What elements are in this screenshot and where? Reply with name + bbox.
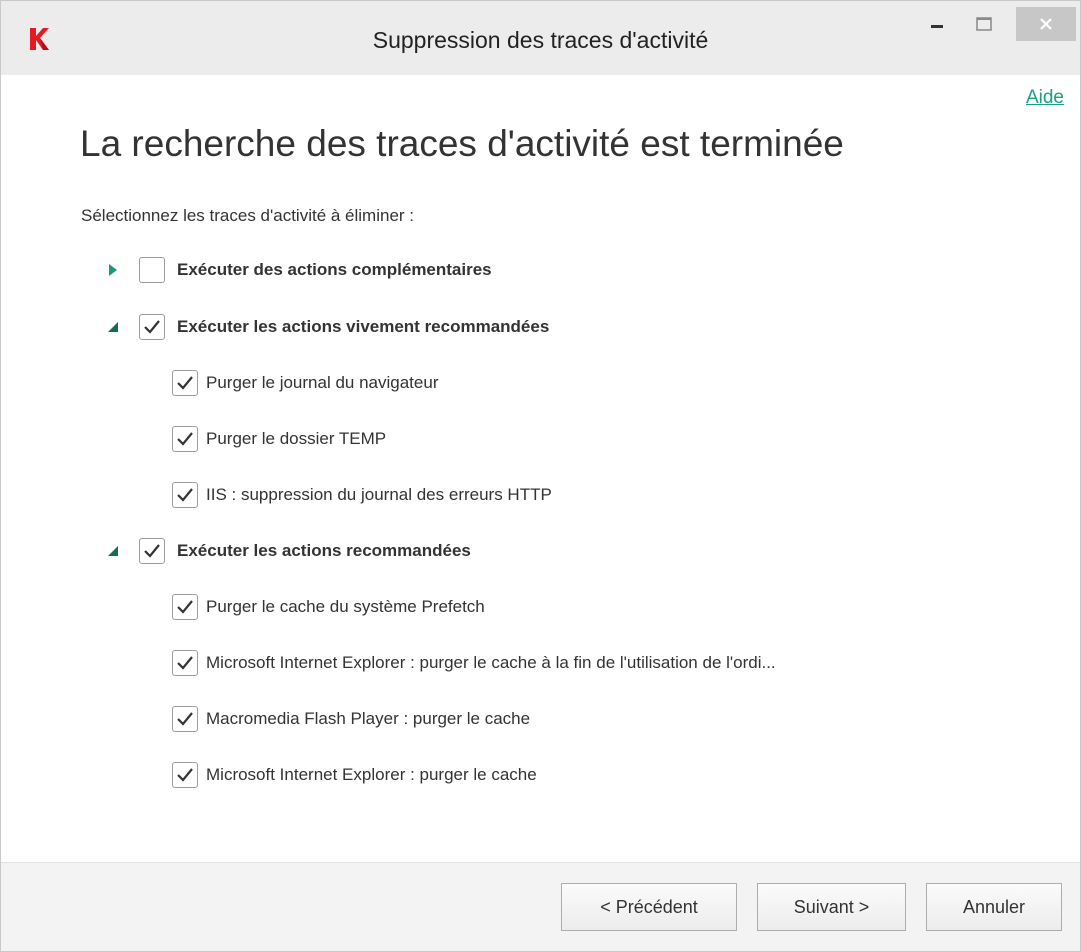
checkbox-iis-log[interactable]	[172, 482, 198, 508]
checkmark-icon	[177, 712, 193, 726]
tree-group-label: Exécuter les actions vivement recommandé…	[177, 317, 550, 336]
previous-button[interactable]: < Précédent	[561, 883, 737, 931]
checkbox-group-recommended[interactable]	[139, 538, 165, 564]
tree-group-strongly-recommended: Exécuter les actions vivement recommandé…	[107, 311, 549, 343]
tree-item-temp-folder: Purger le dossier TEMP	[172, 423, 386, 455]
tree-item-ie-cache-on-exit: Microsoft Internet Explorer : purger le …	[172, 647, 776, 679]
checkbox-temp-folder[interactable]	[172, 426, 198, 452]
tree-item-iis-log: IIS : suppression du journal des erreurs…	[172, 479, 552, 511]
checkbox-browser-history[interactable]	[172, 370, 198, 396]
chevron-right-icon	[109, 264, 117, 276]
tree-item-label: Microsoft Internet Explorer : purger le …	[206, 653, 776, 672]
tree-item-label: Purger le dossier TEMP	[206, 429, 387, 448]
collapse-arrow[interactable]	[107, 544, 119, 558]
close-icon	[1040, 18, 1052, 30]
chevron-down-icon	[108, 546, 118, 556]
chevron-down-icon	[108, 322, 118, 332]
checkmark-icon	[177, 768, 193, 782]
cleanup-wizard-window: Suppression des traces d'activité Aide L…	[0, 0, 1081, 952]
maximize-icon	[976, 17, 992, 31]
tree-group-label: Exécuter des actions complémentaires	[177, 260, 492, 279]
checkbox-group-additional[interactable]	[139, 257, 165, 283]
tree-item-label: Purger le journal du navigateur	[206, 373, 439, 392]
checkmark-icon	[177, 376, 193, 390]
tree-group-label: Exécuter les actions recommandées	[177, 541, 471, 560]
checkmark-icon	[177, 432, 193, 446]
checkmark-icon	[177, 600, 193, 614]
help-link[interactable]: Aide	[1026, 87, 1064, 109]
close-button[interactable]	[1016, 7, 1076, 41]
expand-arrow[interactable]	[107, 263, 119, 277]
tree-group-additional: Exécuter des actions complémentaires	[107, 254, 492, 286]
checkbox-group-strongly[interactable]	[139, 314, 165, 340]
checkmark-icon	[177, 488, 193, 502]
checkmark-icon	[144, 544, 160, 558]
checkbox-ie-cache[interactable]	[172, 762, 198, 788]
tree-item-label: Purger le cache du système Prefetch	[206, 597, 485, 616]
tree-item-label: IIS : suppression du journal des erreurs…	[206, 485, 552, 504]
tree-group-recommended: Exécuter les actions recommandées	[107, 535, 471, 567]
checkmark-icon	[177, 656, 193, 670]
checkbox-ie-cache-on-exit[interactable]	[172, 650, 198, 676]
tree-item-label: Macromedia Flash Player : purger le cach…	[206, 709, 531, 728]
minimize-icon	[931, 25, 943, 28]
collapse-arrow[interactable]	[107, 320, 119, 334]
instruction-text: Sélectionnez les traces d'activité à éli…	[81, 206, 415, 225]
checkbox-flash-cache[interactable]	[172, 706, 198, 732]
tree-item-ie-cache: Microsoft Internet Explorer : purger le …	[172, 759, 537, 791]
tree-item-label: Microsoft Internet Explorer : purger le …	[206, 765, 537, 784]
title-bar: Suppression des traces d'activité	[1, 1, 1080, 75]
maximize-button[interactable]	[964, 7, 1004, 41]
checkbox-prefetch[interactable]	[172, 594, 198, 620]
tree-item-flash-cache: Macromedia Flash Player : purger le cach…	[172, 703, 530, 735]
page-heading: La recherche des traces d'activité est t…	[80, 123, 844, 164]
next-button[interactable]: Suivant >	[757, 883, 906, 931]
cancel-button[interactable]: Annuler	[926, 883, 1062, 931]
tree-item-browser-history: Purger le journal du navigateur	[172, 367, 438, 399]
wizard-footer: < Précédent Suivant > Annuler	[1, 862, 1080, 951]
checkmark-icon	[144, 320, 160, 334]
tree-item-prefetch: Purger le cache du système Prefetch	[172, 591, 485, 623]
minimize-button[interactable]	[917, 7, 957, 41]
